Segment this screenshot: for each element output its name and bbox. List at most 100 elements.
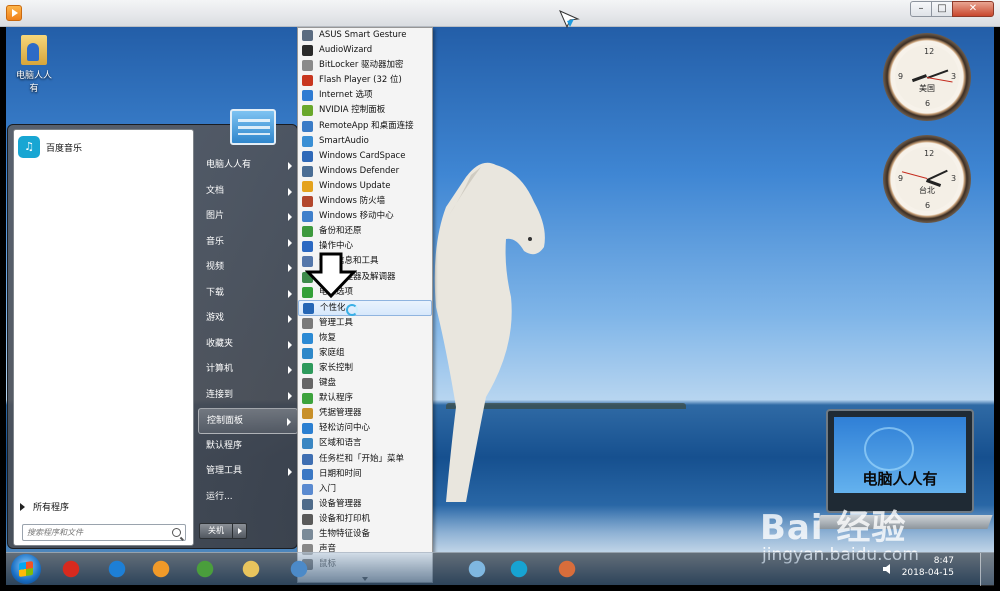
control-panel-item-icon	[302, 211, 313, 223]
start-menu-item[interactable]: 游戏	[198, 306, 298, 332]
maximize-button[interactable]: □	[931, 1, 953, 17]
control-panel-item[interactable]: BitLocker 驱动器加密	[298, 58, 432, 73]
control-panel-item-label: 设备管理器	[319, 498, 362, 509]
baidu-music-icon[interactable]	[506, 557, 532, 581]
shutdown-options-button[interactable]	[233, 523, 247, 539]
control-panel-item-label: ASUS Smart Gesture	[319, 30, 407, 40]
start-menu-places: 电脑人人有 文档 图片 音乐 视频 下载 游戏 收藏夹 计算机 连接到 控制面板 默认程序 管理工具 运行…	[198, 153, 298, 510]
control-panel-item[interactable]: Windows 防火墙	[298, 194, 432, 209]
control-panel-item-icon	[302, 423, 313, 435]
program-item-baidu-music[interactable]: ♫ 百度音乐	[18, 136, 82, 158]
clock-gadget-taipei[interactable]: 12 3 6 9 台北	[883, 135, 971, 223]
ie-icon[interactable]	[104, 557, 130, 581]
control-panel-item-icon	[302, 408, 313, 420]
desktop-icon-folder[interactable]: 电脑人人有	[12, 35, 56, 94]
control-panel-item[interactable]: 入门	[298, 482, 432, 497]
control-panel-item-label: Windows 移动中心	[319, 211, 394, 222]
fan-icon[interactable]	[464, 557, 490, 581]
user-picture[interactable]	[230, 109, 276, 145]
control-panel-item[interactable]: RemoteApp 和桌面连接	[298, 119, 432, 134]
control-panel-item[interactable]: 区域和语言	[298, 436, 432, 451]
start-menu-item[interactable]: 管理工具	[198, 459, 298, 485]
volume-icon[interactable]	[882, 563, 894, 575]
explorer-icon[interactable]	[238, 557, 264, 581]
game-icon[interactable]	[58, 557, 84, 581]
control-panel-item[interactable]: 设备管理器	[298, 497, 432, 512]
control-panel-item[interactable]: 任务栏和「开始」菜单	[298, 452, 432, 467]
control-panel-item[interactable]: Flash Player (32 位)	[298, 73, 432, 88]
control-panel-item-label: 生物特征设备	[319, 529, 371, 539]
control-panel-item[interactable]: AudioWizard	[298, 43, 432, 58]
control-panel-item-icon	[302, 180, 313, 192]
control-panel-item[interactable]: 家长控制	[298, 361, 432, 376]
control-panel-item[interactable]: NVIDIA 控制面板	[298, 103, 432, 118]
control-panel-item[interactable]: ASUS Smart Gesture	[298, 28, 432, 43]
control-panel-item-icon	[302, 90, 313, 102]
control-panel-item-icon	[302, 498, 313, 510]
clock-face: 12 3 6 9 美国	[895, 45, 959, 109]
start-menu-item[interactable]: 音乐	[198, 230, 298, 256]
start-menu-item[interactable]: 视频	[198, 255, 298, 281]
media-player-icon[interactable]	[148, 557, 174, 581]
search-placeholder: 搜索程序和文件	[27, 528, 83, 537]
start-menu-item[interactable]: 运行...	[198, 485, 298, 511]
close-button[interactable]: ✕	[952, 1, 994, 17]
control-panel-item-label: 操作中心	[319, 241, 354, 252]
control-panel-item[interactable]: Windows 移动中心	[298, 209, 432, 224]
start-menu-item[interactable]: 连接到	[198, 383, 298, 409]
shutdown-button[interactable]: 关机	[199, 523, 233, 539]
control-panel-item-icon	[302, 513, 313, 525]
start-button[interactable]	[11, 554, 41, 584]
start-menu-item[interactable]: 电脑人人有	[198, 153, 298, 179]
control-panel-icon[interactable]	[286, 557, 312, 581]
control-panel-item[interactable]: 键盘	[298, 376, 432, 391]
all-programs-button[interactable]: 所有程序	[20, 500, 69, 513]
control-panel-item[interactable]: 生物特征设备	[298, 527, 432, 542]
control-panel-item-label: 日期和时间	[319, 468, 362, 479]
show-desktop-button[interactable]	[980, 553, 994, 586]
laptop-gadget[interactable]: 电脑人人有	[815, 409, 993, 529]
media-player-icon[interactable]	[6, 5, 22, 21]
control-panel-item[interactable]: Internet 选项	[298, 88, 432, 103]
control-panel-item[interactable]: 家庭组	[298, 346, 432, 361]
control-panel-item[interactable]: 管理工具	[298, 316, 432, 331]
clock-gadget-usa[interactable]: 12 3 6 9 美国	[883, 33, 971, 121]
control-panel-item-label: RemoteApp 和桌面连接	[319, 120, 414, 131]
control-panel-item[interactable]: SmartAudio	[298, 134, 432, 149]
window-controls: – □ ✕	[910, 1, 994, 17]
start-menu-item[interactable]: 文档	[198, 179, 298, 205]
start-menu-item[interactable]: 收藏夹	[198, 332, 298, 358]
search-input[interactable]: 搜索程序和文件	[22, 524, 186, 541]
control-panel-item[interactable]: 个性化	[298, 299, 432, 316]
control-panel-item[interactable]: 日期和时间	[298, 467, 432, 482]
start-menu: ♫ 百度音乐 所有程序 搜索程序和文件 电脑人人有 文档 图片 音乐 视频 下载 游戏 收藏夹…	[7, 109, 298, 549]
control-panel-item[interactable]: Windows Defender	[298, 164, 432, 179]
system-clock[interactable]: 8:47 2018-04-15	[902, 555, 954, 579]
start-menu-item[interactable]: 默认程序	[198, 434, 298, 460]
control-panel-item[interactable]: 恢复	[298, 331, 432, 346]
control-panel-item[interactable]: 默认程序	[298, 391, 432, 406]
arrow-right-icon	[20, 502, 25, 511]
minimize-button[interactable]: –	[910, 1, 932, 17]
all-programs-label: 所有程序	[33, 503, 70, 513]
control-panel-item-icon	[302, 453, 313, 465]
second-hand	[901, 171, 928, 179]
control-panel-item[interactable]: 凭据管理器	[298, 406, 432, 421]
start-menu-item[interactable]: 控制面板	[198, 408, 298, 434]
control-panel-item[interactable]: Windows Update	[298, 179, 432, 194]
chrome-icon[interactable]	[192, 557, 218, 581]
search-icon[interactable]	[172, 528, 181, 537]
control-panel-item[interactable]: 备份和还原	[298, 224, 432, 239]
control-panel-item-icon	[302, 393, 313, 405]
busy-cursor-icon	[346, 304, 358, 316]
start-menu-item[interactable]: 计算机	[198, 357, 298, 383]
control-panel-item-icon	[302, 241, 313, 253]
control-panel-item[interactable]: 设备和打印机	[298, 512, 432, 527]
control-panel-item[interactable]: Windows CardSpace	[298, 149, 432, 164]
shutdown-group: 关机	[199, 523, 247, 539]
start-menu-item[interactable]: 下载	[198, 281, 298, 307]
control-panel-item[interactable]: 轻松访问中心	[298, 421, 432, 436]
paint-icon[interactable]	[554, 557, 580, 581]
start-menu-item[interactable]: 图片	[198, 204, 298, 230]
baidu-watermark: Bai 经验	[760, 508, 907, 548]
